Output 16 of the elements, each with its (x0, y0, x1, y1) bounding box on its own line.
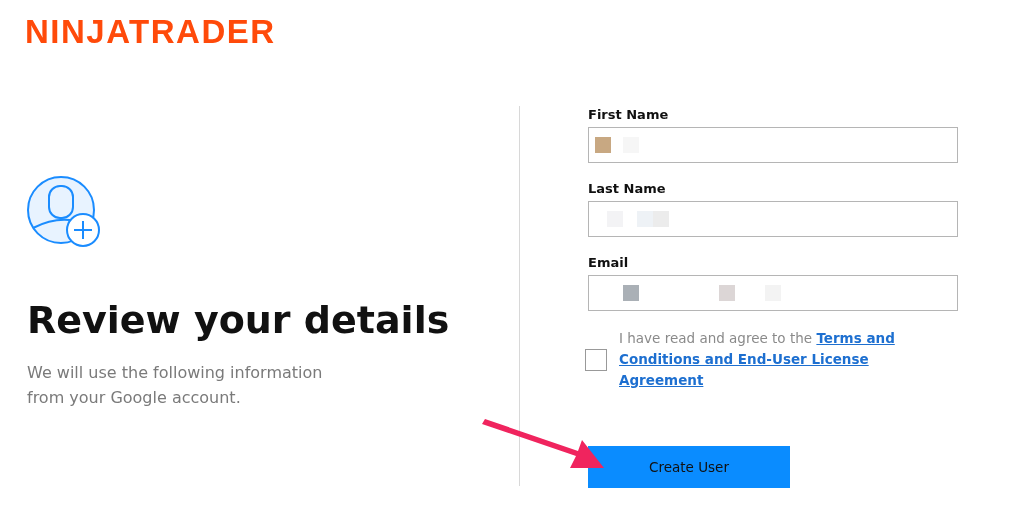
subtitle: We will use the following information from your Google account. (27, 362, 324, 409)
agreement-text: I have read and agree to the Terms and Conditions and End-User License Agreement (619, 329, 896, 390)
agree-checkbox[interactable] (585, 348, 607, 371)
input-field[interactable] (588, 275, 958, 311)
create-user-button[interactable]: Create User (588, 446, 790, 488)
terms-link[interactable]: Conditions and End-User License (619, 351, 869, 367)
add-user-icon (27, 176, 101, 248)
input-field[interactable] (588, 127, 958, 163)
logo: NINJATRADER (25, 13, 276, 51)
field-label: Last Name (588, 180, 667, 198)
terms-link[interactable]: Terms and (816, 330, 895, 346)
page-heading: Review your details (27, 297, 450, 344)
input-field[interactable] (588, 201, 958, 237)
field-label: Email (588, 254, 630, 272)
terms-link[interactable]: Agreement (619, 372, 704, 388)
field-label: First Name (588, 106, 670, 124)
